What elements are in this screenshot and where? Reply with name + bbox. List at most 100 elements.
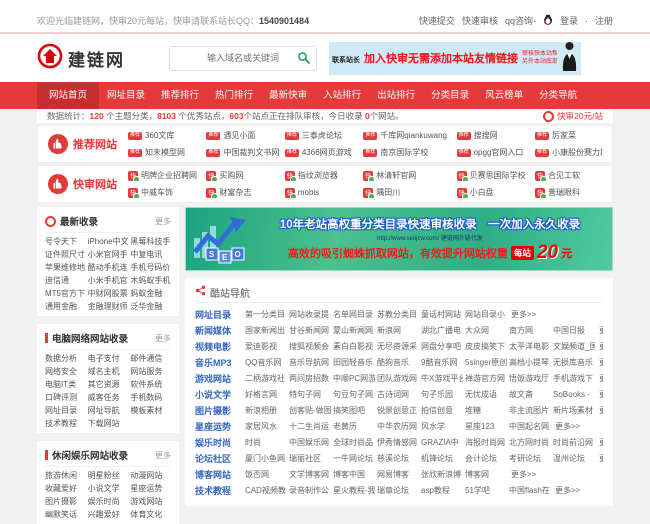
cool-site-link[interactable]: 9酷音乐网 — [421, 357, 463, 368]
fast-site-link[interactable]: 快 林清轩官网 — [363, 170, 452, 181]
cool-site-link[interactable]: 十二生肖运 — [289, 421, 331, 432]
pc-category-link[interactable]: 网站服务 — [130, 367, 171, 377]
cool-site-link[interactable]: 句豆句子网 — [333, 389, 375, 400]
fast-site-link[interactable]: 快 mobis — [285, 187, 359, 198]
recommend-site-link[interactable]: 推荐 360文库 — [128, 130, 202, 141]
cool-site-link[interactable]: SoBooks - — [553, 390, 595, 399]
cool-site-link[interactable]: 厦门小鱼网 — [245, 453, 287, 464]
fun-category-link[interactable]: 图片摄影 — [45, 497, 86, 507]
fun-category-link[interactable]: 小说文学 — [88, 484, 129, 494]
cool-site-link[interactable]: 新浪相册 — [245, 405, 287, 416]
category-more-link[interactable]: 更多>> — [599, 453, 603, 464]
cool-site-link[interactable]: 网站收录提 — [289, 309, 331, 320]
recommend-site-link[interactable]: 推荐 遇见小面 — [206, 130, 280, 141]
seo-ad-banner[interactable]: S E O 10年老站高权重分类目录快速审核收录 一次加入永久收录 http:/… — [185, 207, 613, 271]
latest-site-link[interactable]: 证件照尺寸 — [45, 250, 86, 260]
latest-site-link[interactable]: 金融理财师 — [88, 302, 129, 312]
fast-site-link[interactable]: 快 买购网 — [206, 170, 280, 181]
cool-site-link[interactable]: 录音制作公 — [289, 485, 331, 496]
fast-site-link[interactable]: 快 贝赛思国际学校 — [457, 170, 531, 181]
fast-site-link[interactable]: 快 明牌企业招聘网 — [128, 170, 202, 181]
latest-site-link[interactable]: iPhone中文 — [88, 237, 129, 247]
cool-site-link[interactable]: 蒙山新闻网 — [333, 325, 375, 336]
fun-category-link[interactable]: 收藏爱好 — [45, 484, 86, 494]
nav-item[interactable]: 分类目录 — [423, 82, 477, 109]
pc-more-link[interactable]: 更多 — [155, 333, 171, 344]
cool-site-link[interactable]: 锐景创意正 — [377, 405, 419, 416]
cool-site-link[interactable]: 考研论坛 — [509, 453, 551, 464]
latest-site-link[interactable]: 黑莓科技手 — [130, 237, 171, 247]
cool-site-link[interactable]: 全球时尚品 — [333, 437, 375, 448]
cool-site-link[interactable]: 新浪网 — [377, 325, 419, 336]
nav-item[interactable]: 最新快审 — [261, 82, 315, 109]
cool-site-link[interactable]: 苏教分类目 — [377, 309, 419, 320]
recommend-site-link[interactable]: 推荐 南京国际学校 — [363, 147, 452, 158]
recommend-site-link[interactable]: 推荐 知末模型网 — [128, 147, 202, 158]
recommend-site-link[interactable]: 推荐 opgg官网入口 — [457, 147, 531, 158]
latest-site-link[interactable]: 木蚂蚁手机 — [130, 276, 171, 286]
recommend-site-link[interactable]: 推荐 三泰虎论坛 — [285, 130, 359, 141]
fun-category-link[interactable]: 星座运势 — [130, 484, 171, 494]
cool-site-link[interactable]: asp教程 — [421, 485, 463, 496]
fast-review-price-link[interactable]: 快审20元/站 — [543, 110, 603, 122]
cool-site-link[interactable]: 甘谷新闻网 — [289, 325, 331, 336]
cool-site-link[interactable]: 团队游戏网 — [377, 373, 419, 384]
cool-site-link[interactable]: 素白白影视 — [333, 341, 375, 352]
search-input[interactable] — [169, 46, 317, 71]
cool-site-link[interactable]: 酷狗音乐 — [377, 357, 419, 368]
fast-site-link[interactable]: 快 合见工软 — [535, 170, 602, 181]
cool-site-link[interactable]: 瑞章论坛 — [377, 485, 419, 496]
category-label-link[interactable]: 图片摄影 — [195, 404, 245, 417]
latest-site-link[interactable]: 苹果维修地 — [45, 263, 86, 273]
cool-site-link[interactable]: 爱迪影视 — [245, 341, 287, 352]
cool-site-link[interactable]: 搞笑图吧 — [333, 405, 375, 416]
cool-site-link[interactable]: 音乐导航网 — [289, 357, 331, 368]
latest-site-link[interactable]: 小米官网手 — [88, 250, 129, 260]
category-label-link[interactable]: 论坛社区 — [195, 452, 245, 465]
category-label-link[interactable]: 视频电影 — [195, 340, 245, 353]
nav-item[interactable]: 入站排行 — [315, 82, 369, 109]
cool-site-link[interactable]: 51学吧 — [465, 485, 507, 496]
fun-category-link[interactable]: 明星粉丝 — [88, 471, 129, 481]
nav-item[interactable]: 网址目录 — [99, 82, 153, 109]
cool-site-link[interactable]: GRAZIA中 — [421, 437, 463, 448]
pc-category-link[interactable]: 其它资源 — [88, 380, 129, 390]
latest-site-link[interactable]: 手机号码价 — [130, 263, 171, 273]
latest-site-link[interactable]: 号令天下 — [45, 237, 86, 247]
cool-site-link[interactable]: 星座123 — [465, 421, 507, 432]
category-more-link[interactable]: 更多>> — [511, 309, 536, 320]
fast-site-link[interactable]: 快 财富杂志 — [206, 187, 280, 198]
latest-site-link[interactable]: 中财网股票 — [88, 289, 129, 299]
fun-category-link[interactable]: 兴趣爱好 — [88, 510, 129, 520]
cool-site-link[interactable]: 温州论坛 — [553, 453, 595, 464]
latest-site-link[interactable]: 酷动手机连 — [88, 263, 129, 273]
category-more-link[interactable]: 更多>> — [599, 437, 603, 448]
pc-category-link[interactable]: 网络安全 — [45, 367, 86, 377]
pc-category-link[interactable]: 软件系统 — [130, 380, 171, 390]
nav-item[interactable]: 热门排行 — [207, 82, 261, 109]
pc-category-link[interactable]: 威客任务 — [88, 393, 129, 403]
fast-site-link[interactable]: 快 普瑞眼科 — [535, 187, 602, 198]
nav-item[interactable]: 网站首页 — [37, 82, 99, 109]
latest-site-link[interactable]: 通用金融 — [45, 302, 86, 312]
fun-category-link[interactable]: 旅游休闲 — [45, 471, 86, 481]
category-label-link[interactable]: 娱乐时尚 — [195, 436, 245, 449]
cool-site-link[interactable]: 童话村网站 — [421, 309, 463, 320]
cool-site-link[interactable]: 名单网目录 — [333, 309, 375, 320]
cool-site-link[interactable]: 文娱频道_国 — [553, 341, 595, 352]
nav-item[interactable]: 分类导航 — [531, 82, 585, 109]
cool-site-link[interactable]: 好格言网 — [245, 389, 287, 400]
category-label-link[interactable]: 网址目录 — [195, 308, 245, 321]
cool-site-link[interactable]: 大众网 — [465, 325, 507, 336]
qq-consult-link[interactable]: qq咨询- — [505, 14, 536, 27]
cool-site-link[interactable]: 第一分类目 — [245, 309, 287, 320]
cool-site-link[interactable]: 无忧成语 — [465, 389, 507, 400]
category-more-link[interactable]: 更多>> — [555, 421, 580, 432]
cool-site-link[interactable]: 悟饭游戏厅 — [509, 373, 551, 384]
recommend-site-link[interactable]: 推荐 中国裁判文书网 — [206, 147, 280, 158]
category-more-link[interactable]: 更多>> — [599, 341, 603, 352]
cool-site-link[interactable]: 中国娱乐网 — [289, 437, 331, 448]
fun-category-link[interactable]: 娱乐时尚 — [88, 497, 129, 507]
category-more-link[interactable]: 更多>> — [511, 469, 536, 480]
pc-category-link[interactable]: 技术教程 — [45, 419, 86, 429]
